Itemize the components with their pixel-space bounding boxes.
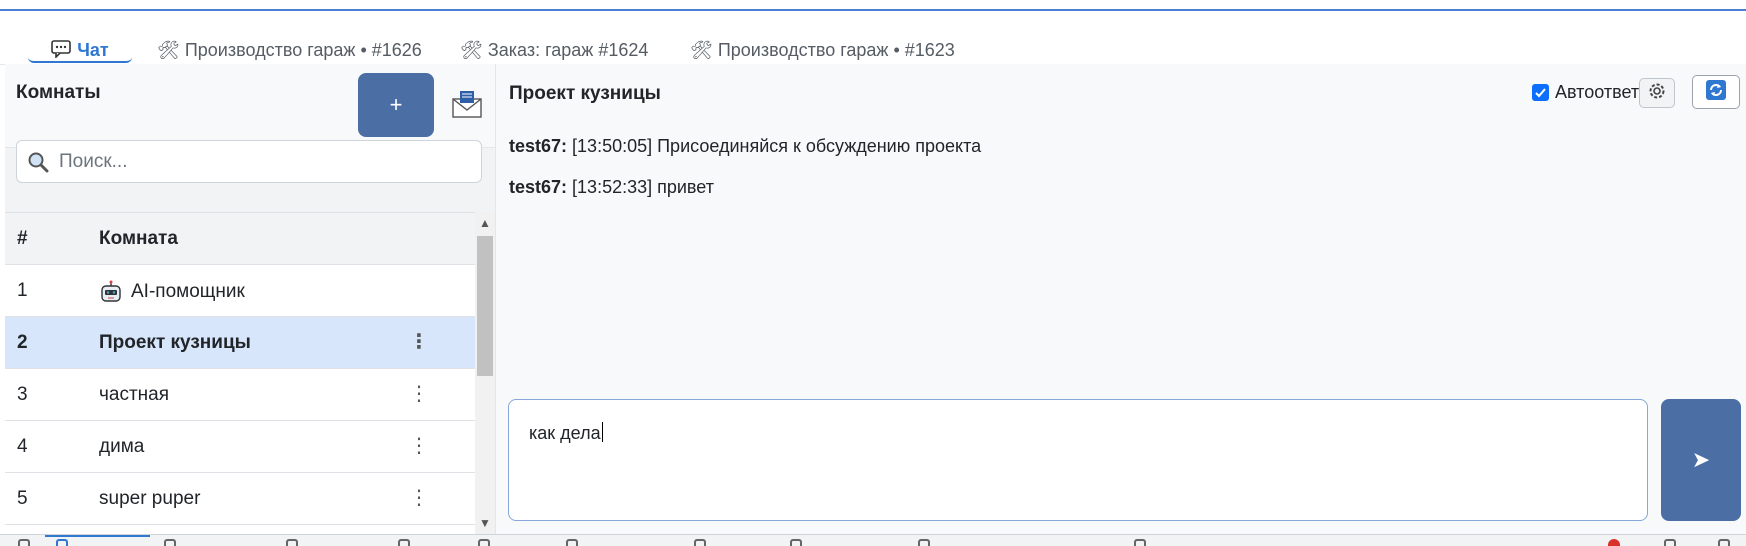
scroll-up-icon[interactable]: ▲ bbox=[475, 214, 495, 232]
top-border bbox=[0, 0, 1746, 11]
room-name: частная bbox=[99, 384, 170, 405]
message-author: test67: bbox=[509, 177, 568, 197]
col-num-header: # bbox=[17, 228, 28, 249]
room-num: 2 bbox=[17, 332, 28, 353]
room-row-3[interactable]: 3 частная ⋮ bbox=[5, 369, 475, 421]
bottom-toolbar bbox=[0, 534, 1746, 546]
settings-button[interactable] bbox=[1639, 78, 1675, 108]
text-caret bbox=[601, 422, 603, 442]
room-num: 5 bbox=[17, 488, 28, 509]
tab-order-1624-label: 🛠 Заказ: гараж #1624 bbox=[460, 40, 649, 60]
message-input[interactable]: как дела bbox=[508, 399, 1648, 521]
chat-title: Проект кузницы bbox=[509, 83, 661, 104]
message-text: [13:52:33] привет bbox=[572, 177, 714, 197]
room-row-2[interactable]: 2 Проект кузницы ⋮ bbox=[5, 317, 475, 369]
chat-icon bbox=[51, 40, 72, 63]
gear-icon bbox=[1647, 81, 1667, 106]
room-menu-icon[interactable]: ⋮ bbox=[409, 381, 429, 407]
rooms-scrollbar[interactable]: ▲ ▼ bbox=[475, 212, 495, 534]
room-name: Проект кузницы bbox=[99, 332, 251, 353]
autoreply-toggle[interactable]: Автоответ bbox=[1532, 82, 1639, 103]
table-header: # Комната bbox=[5, 213, 475, 265]
refresh-button[interactable] bbox=[1692, 75, 1740, 109]
tab-order-1624[interactable]: 🛠 Заказ: гараж #1624 bbox=[460, 25, 648, 63]
scroll-down-icon[interactable]: ▼ bbox=[475, 514, 495, 532]
col-room-header: Комната bbox=[99, 228, 178, 249]
autoreply-label: Автоответ bbox=[1555, 82, 1640, 102]
tab-chat[interactable]: Чат bbox=[28, 25, 132, 63]
tab-bar: Чат 🛠 Производство гараж • #1626 🛠 Заказ… bbox=[0, 11, 1746, 65]
add-room-button[interactable]: + bbox=[358, 73, 434, 137]
room-search[interactable] bbox=[16, 140, 482, 183]
refresh-icon bbox=[1705, 79, 1727, 106]
rooms-table: # Комната 1 AI-помощник 2 Проект кузницы… bbox=[5, 212, 475, 535]
bottom-active-indicator bbox=[45, 535, 150, 537]
robot-icon bbox=[99, 280, 123, 304]
message-text: [13:50:05] Присоединяйся к обсуждению пр… bbox=[572, 136, 982, 156]
room-num: 3 bbox=[17, 384, 28, 405]
chat-panel: Проект кузницы Автоответ test67: [13:50:… bbox=[496, 64, 1746, 534]
room-row-1[interactable]: 1 AI-помощник bbox=[5, 265, 475, 317]
tab-production-1623-label: 🛠 Производство гараж • #1623 bbox=[690, 40, 955, 60]
room-menu-icon[interactable]: ⋮ bbox=[409, 329, 429, 355]
autoreply-checkbox[interactable] bbox=[1532, 84, 1549, 101]
tab-production-1626-label: 🛠 Производство гараж • #1626 bbox=[157, 40, 422, 60]
send-button[interactable]: ➤ bbox=[1661, 399, 1741, 521]
rooms-title: Комнаты bbox=[16, 82, 101, 103]
tab-chat-label: Чат bbox=[77, 40, 109, 60]
room-num: 1 bbox=[17, 280, 28, 301]
room-name: super puper bbox=[99, 488, 201, 509]
chat-message: test67: [13:52:33] привет bbox=[509, 177, 714, 198]
room-name-text: AI-помощник bbox=[131, 281, 245, 302]
room-row-5[interactable]: 5 super puper ⋮ bbox=[5, 473, 475, 525]
scroll-thumb[interactable] bbox=[477, 236, 493, 376]
room-num: 4 bbox=[17, 436, 28, 457]
chat-message: test67: [13:50:05] Присоединяйся к обсуж… bbox=[509, 136, 981, 157]
rooms-panel: Комнаты + # Комната 1 AI-помощник bbox=[5, 64, 496, 535]
mail-icon[interactable] bbox=[450, 90, 484, 118]
search-icon bbox=[27, 151, 49, 173]
tab-production-1623[interactable]: 🛠 Производство гараж • #1623 bbox=[690, 25, 955, 63]
tab-production-1626[interactable]: 🛠 Производство гараж • #1626 bbox=[157, 25, 422, 63]
room-menu-icon[interactable]: ⋮ bbox=[409, 485, 429, 511]
send-icon: ➤ bbox=[1691, 447, 1711, 472]
room-name: дима bbox=[99, 436, 145, 457]
message-draft: как дела bbox=[529, 423, 601, 443]
room-row-4[interactable]: 4 дима ⋮ bbox=[5, 421, 475, 473]
room-menu-icon[interactable]: ⋮ bbox=[409, 433, 429, 459]
message-author: test67: bbox=[509, 136, 568, 156]
search-input[interactable] bbox=[57, 149, 461, 174]
room-name: AI-помощник bbox=[99, 280, 245, 304]
